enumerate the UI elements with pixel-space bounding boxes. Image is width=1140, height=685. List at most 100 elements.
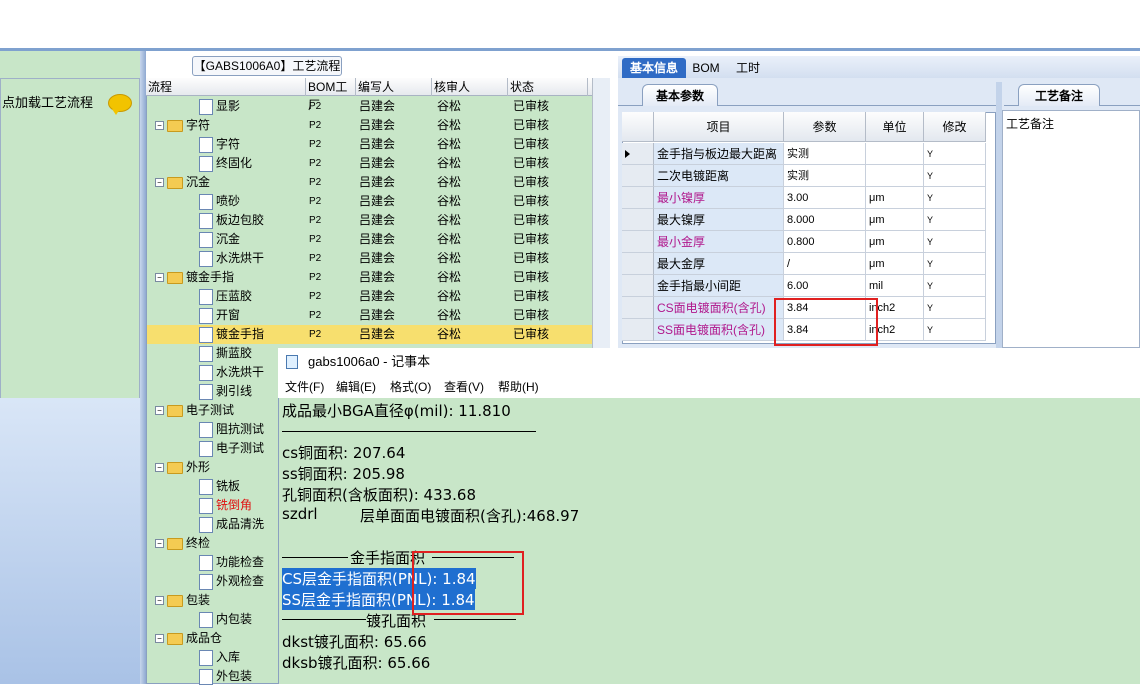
- param-value[interactable]: 实测: [784, 165, 866, 187]
- row-status: 已审核: [513, 99, 550, 113]
- param-modify[interactable]: Y: [924, 231, 986, 253]
- row-writer: 吕建会: [359, 194, 396, 208]
- param-value[interactable]: 实测: [784, 143, 866, 165]
- row-writer: 吕建会: [359, 270, 396, 284]
- row-header[interactable]: [622, 165, 654, 187]
- highlight-box-grid: [774, 298, 878, 346]
- row-header[interactable]: [622, 231, 654, 253]
- col-reviewer[interactable]: 核审人: [432, 78, 508, 96]
- param-value[interactable]: /: [784, 253, 866, 275]
- document-icon: [199, 478, 213, 495]
- row-header[interactable]: [622, 319, 654, 341]
- load-process-label[interactable]: 点加载工艺流程: [2, 92, 93, 111]
- collapse-icon[interactable]: −: [155, 539, 164, 549]
- tree-row[interactable]: 开窗 P2 吕建会 谷松 已审核: [147, 306, 593, 325]
- param-unit[interactable]: mil: [866, 275, 924, 297]
- tab-basic-info[interactable]: 基本信息: [622, 58, 686, 78]
- tree-row[interactable]: − 字符 P2 吕建会 谷松 已审核: [147, 116, 593, 135]
- menu-edit[interactable]: 编辑(E): [336, 376, 376, 398]
- tree-row[interactable]: − 沉金 P2 吕建会 谷松 已审核: [147, 173, 593, 192]
- param-unit[interactable]: μm: [866, 231, 924, 253]
- param-unit[interactable]: [866, 143, 924, 165]
- current-row-indicator-icon[interactable]: [622, 143, 654, 165]
- grid-corner: [622, 112, 654, 142]
- splitter-bar[interactable]: [0, 48, 1140, 51]
- col-param[interactable]: 参数: [784, 112, 866, 142]
- tab-work-hours[interactable]: 工时: [728, 58, 768, 78]
- param-modify[interactable]: Y: [924, 297, 986, 319]
- param-row[interactable]: 金手指最小间距 6.00 mil Y: [622, 275, 996, 297]
- collapse-icon[interactable]: −: [155, 596, 164, 606]
- param-value[interactable]: 0.800: [784, 231, 866, 253]
- tree-row[interactable]: − 镀金手指 P2 吕建会 谷松 已审核: [147, 268, 593, 287]
- col-writer[interactable]: 编写人: [356, 78, 432, 96]
- tab-craft-notes[interactable]: 工艺备注: [1018, 84, 1100, 106]
- tree-row[interactable]: 终固化 P2 吕建会 谷松 已审核: [147, 154, 593, 173]
- text-separator: [282, 431, 536, 432]
- param-modify[interactable]: Y: [924, 275, 986, 297]
- col-process[interactable]: 流程: [146, 78, 306, 96]
- tree-row[interactable]: 字符 P2 吕建会 谷松 已审核: [147, 135, 593, 154]
- tree-row-label: 开窗: [216, 308, 241, 322]
- tree-row-label: 板边包胶: [216, 213, 265, 227]
- param-row[interactable]: 最小镍厚 3.00 μm Y: [622, 187, 996, 209]
- param-value[interactable]: 3.00: [784, 187, 866, 209]
- collapse-icon[interactable]: −: [155, 178, 164, 188]
- menu-view[interactable]: 查看(V): [444, 376, 484, 398]
- menu-help[interactable]: 帮助(H): [498, 376, 539, 398]
- param-row[interactable]: 二次电镀距离 实测 Y: [622, 165, 996, 187]
- collapse-icon[interactable]: −: [155, 121, 164, 131]
- tree-row[interactable]: 喷砂 P2 吕建会 谷松 已审核: [147, 192, 593, 211]
- param-unit[interactable]: μm: [866, 209, 924, 231]
- param-modify[interactable]: Y: [924, 143, 986, 165]
- tree-row-label: 沉金: [216, 232, 241, 246]
- menu-format[interactable]: 格式(O): [390, 376, 431, 398]
- row-header[interactable]: [622, 253, 654, 275]
- document-icon: [199, 193, 213, 210]
- param-modify[interactable]: Y: [924, 165, 986, 187]
- param-item: SS面电镀面积(含孔): [654, 319, 784, 341]
- collapse-icon[interactable]: −: [155, 273, 164, 283]
- param-row[interactable]: 最大镍厚 8.000 μm Y: [622, 209, 996, 231]
- chat-bubble-icon[interactable]: [108, 94, 132, 115]
- collapse-icon[interactable]: −: [155, 463, 164, 473]
- row-header[interactable]: [622, 297, 654, 319]
- tree-row[interactable]: 板边包胶 P2 吕建会 谷松 已审核: [147, 211, 593, 230]
- col-bom-factory[interactable]: BOM工厂: [306, 78, 356, 112]
- col-item[interactable]: 项目: [654, 112, 784, 142]
- tab-basic-params[interactable]: 基本参数: [642, 84, 718, 106]
- craft-notes-box[interactable]: [1002, 110, 1140, 348]
- param-value[interactable]: 6.00: [784, 275, 866, 297]
- col-status[interactable]: 状态: [508, 78, 588, 96]
- param-row[interactable]: 最小金厚 0.800 μm Y: [622, 231, 996, 253]
- row-header[interactable]: [622, 187, 654, 209]
- col-unit[interactable]: 单位: [866, 112, 924, 142]
- tree-row[interactable]: 镀金手指 P2 吕建会 谷松 已审核: [147, 325, 593, 344]
- row-header[interactable]: [622, 209, 654, 231]
- param-unit[interactable]: μm: [866, 187, 924, 209]
- tree-row-label: 外形: [186, 460, 211, 474]
- tab-bom[interactable]: BOM: [690, 58, 722, 78]
- document-icon: [199, 497, 213, 514]
- param-row[interactable]: 金手指与板边最大距离 实测 Y: [622, 143, 996, 165]
- tree-row[interactable]: 沉金 P2 吕建会 谷松 已审核: [147, 230, 593, 249]
- menu-file[interactable]: 文件(F): [285, 376, 324, 398]
- param-modify[interactable]: Y: [924, 187, 986, 209]
- param-unit[interactable]: μm: [866, 253, 924, 275]
- row-status: 已审核: [513, 213, 550, 227]
- row-writer: 吕建会: [359, 232, 396, 246]
- param-row[interactable]: 最大金厚 / μm Y: [622, 253, 996, 275]
- param-modify[interactable]: Y: [924, 319, 986, 341]
- collapse-icon[interactable]: −: [155, 634, 164, 644]
- col-modify[interactable]: 修改: [924, 112, 986, 142]
- param-value[interactable]: 8.000: [784, 209, 866, 231]
- collapse-icon[interactable]: −: [155, 406, 164, 416]
- param-modify[interactable]: Y: [924, 209, 986, 231]
- param-unit[interactable]: [866, 165, 924, 187]
- tree-row[interactable]: 显影 P2 吕建会 谷松 已审核: [147, 97, 593, 116]
- tree-row[interactable]: 水洗烘干 P2 吕建会 谷松 已审核: [147, 249, 593, 268]
- row-header[interactable]: [622, 275, 654, 297]
- tree-row[interactable]: 压蓝胶 P2 吕建会 谷松 已审核: [147, 287, 593, 306]
- tree-row-label: 阻抗测试: [216, 422, 265, 436]
- param-modify[interactable]: Y: [924, 253, 986, 275]
